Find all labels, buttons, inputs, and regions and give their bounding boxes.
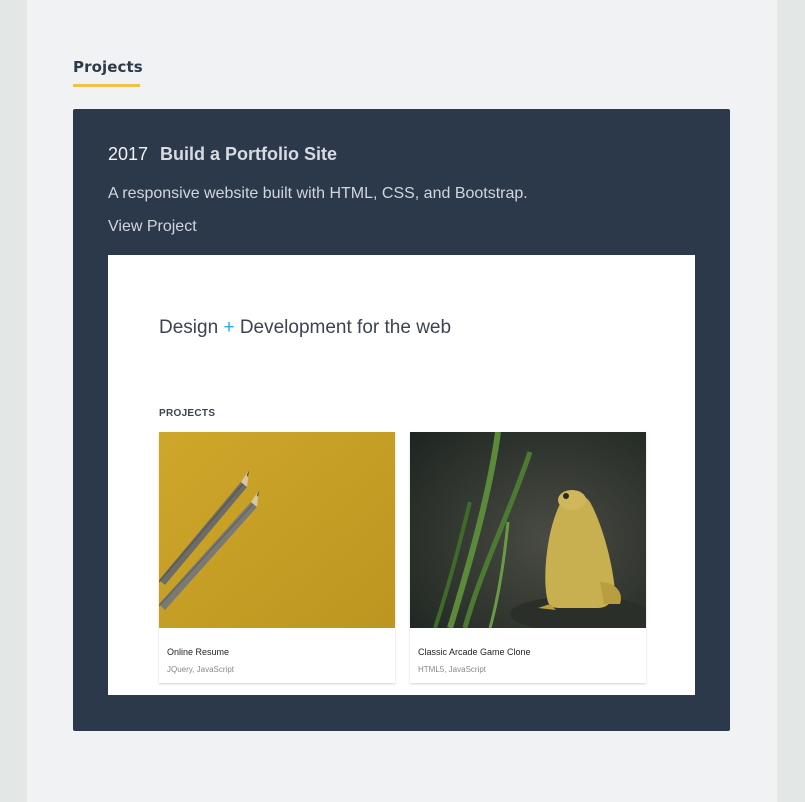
page-container: Projects 2017 Build a Portfolio Site A r…	[27, 0, 777, 802]
section-title-underline	[73, 84, 140, 87]
tile-tags: HTML5, JavaScript	[418, 665, 487, 674]
pencils-image	[159, 432, 395, 628]
tile-title: Online Resume	[167, 647, 230, 657]
section-title: Projects	[73, 58, 143, 76]
view-project-link[interactable]: View Project	[108, 218, 197, 236]
screenshot-heading-plus: +	[223, 317, 235, 338]
project-description: A responsive website built with HTML, CS…	[108, 185, 528, 202]
project-card: 2017 Build a Portfolio Site A responsive…	[73, 109, 730, 731]
screenshot-projects-label: PROJECTS	[159, 408, 216, 419]
project-screenshot: Design + Development for the web PROJECT…	[108, 255, 695, 695]
tile-title: Classic Arcade Game Clone	[418, 647, 531, 657]
screenshot-tile-arcade-game: Classic Arcade Game Clone HTML5, JavaScr…	[410, 432, 646, 683]
screenshot-heading-design: Design	[159, 317, 219, 338]
frog-image	[410, 432, 646, 628]
project-year: 2017	[108, 144, 149, 164]
screenshot-heading-rest: Development for the web	[239, 317, 452, 338]
screenshot-tile-online-resume: Online Resume JQuery, JavaScript	[159, 432, 395, 683]
tile-tags: JQuery, JavaScript	[167, 665, 234, 674]
project-title: Build a Portfolio Site	[160, 144, 338, 164]
screenshot-heading: Design + Development for the web	[159, 317, 451, 339]
